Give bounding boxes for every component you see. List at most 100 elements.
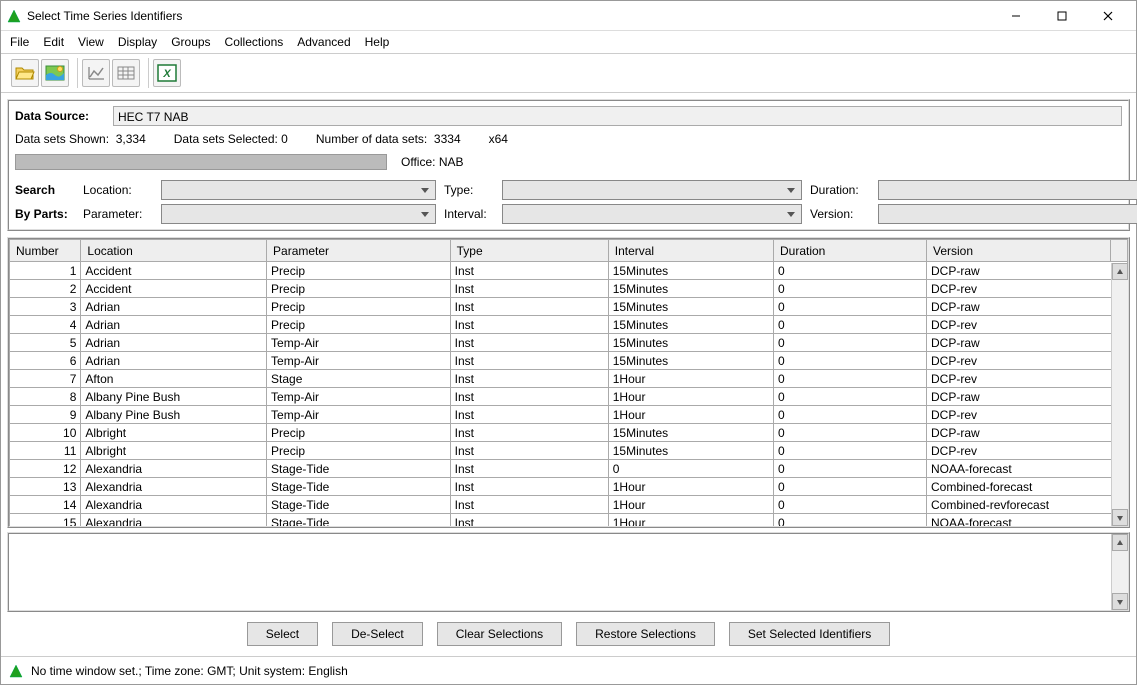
cell-interval: 1Hour	[608, 388, 773, 406]
cell-parameter: Temp-Air	[267, 406, 451, 424]
cell-version: DCP-rev	[927, 442, 1128, 460]
open-folder-button[interactable]	[11, 59, 39, 87]
version-combo[interactable]	[878, 204, 1137, 224]
cell-parameter: Precip	[267, 262, 451, 280]
duration-combo[interactable]	[878, 180, 1137, 200]
cell-number: 14	[10, 496, 81, 514]
cell-location: Alexandria	[81, 496, 267, 514]
menu-help[interactable]: Help	[360, 33, 395, 51]
col-location[interactable]: Location	[81, 240, 267, 262]
table-row[interactable]: 4AdrianPrecipInst15Minutes0DCP-rev	[10, 316, 1128, 334]
table-row[interactable]: 13AlexandriaStage-TideInst1Hour0Combined…	[10, 478, 1128, 496]
cell-interval: 15Minutes	[608, 334, 773, 352]
parameter-combo[interactable]	[161, 204, 436, 224]
clear-selections-button[interactable]: Clear Selections	[437, 622, 562, 646]
cell-interval: 15Minutes	[608, 424, 773, 442]
map-button[interactable]	[41, 59, 69, 87]
cell-duration: 0	[774, 316, 927, 334]
cell-interval: 1Hour	[608, 478, 773, 496]
selection-scrollbar[interactable]	[1111, 534, 1128, 610]
cell-version: Combined-forecast	[927, 478, 1128, 496]
location-combo[interactable]	[161, 180, 436, 200]
menu-collections[interactable]: Collections	[220, 33, 289, 51]
cell-type: Inst	[450, 424, 608, 442]
cell-version: DCP-rev	[927, 316, 1128, 334]
cell-duration: 0	[774, 388, 927, 406]
cell-interval: 15Minutes	[608, 280, 773, 298]
scroll-down-icon[interactable]	[1112, 509, 1128, 526]
cell-duration: 0	[774, 280, 927, 298]
menu-advanced[interactable]: Advanced	[292, 33, 355, 51]
deselect-button[interactable]: De-Select	[332, 622, 423, 646]
scroll-up-icon[interactable]	[1112, 534, 1128, 551]
scroll-down-icon[interactable]	[1112, 593, 1128, 610]
menu-display[interactable]: Display	[113, 33, 162, 51]
restore-selections-button[interactable]: Restore Selections	[576, 622, 715, 646]
toolbar: X	[1, 53, 1136, 93]
cell-parameter: Stage-Tide	[267, 496, 451, 514]
status-icon	[9, 664, 23, 678]
table-row[interactable]: 2AccidentPrecipInst15Minutes0DCP-rev	[10, 280, 1128, 298]
table-row[interactable]: 6AdrianTemp-AirInst15Minutes0DCP-rev	[10, 352, 1128, 370]
maximize-button[interactable]	[1048, 6, 1076, 26]
selected-value: 0	[281, 132, 288, 146]
cell-duration: 0	[774, 262, 927, 280]
col-parameter[interactable]: Parameter	[267, 240, 451, 262]
cell-type: Inst	[450, 496, 608, 514]
select-button[interactable]: Select	[247, 622, 318, 646]
cell-interval: 1Hour	[608, 496, 773, 514]
cell-number: 3	[10, 298, 81, 316]
cell-parameter: Temp-Air	[267, 388, 451, 406]
col-number[interactable]: Number	[10, 240, 81, 262]
table-row[interactable]: 3AdrianPrecipInst15Minutes0DCP-raw	[10, 298, 1128, 316]
table-row[interactable]: 10AlbrightPrecipInst15Minutes0DCP-raw	[10, 424, 1128, 442]
datasource-field[interactable]: HEC T7 NAB	[113, 106, 1122, 126]
stats-row: Data sets Shown: 3,334 Data sets Selecte…	[15, 130, 1122, 150]
col-version[interactable]: Version	[927, 240, 1111, 262]
col-duration[interactable]: Duration	[774, 240, 927, 262]
col-interval[interactable]: Interval	[608, 240, 773, 262]
table-row[interactable]: 14AlexandriaStage-TideInst1Hour0Combined…	[10, 496, 1128, 514]
progress-bar	[15, 154, 387, 170]
interval-combo[interactable]	[502, 204, 802, 224]
table-scrollbar[interactable]	[1111, 263, 1128, 526]
cell-duration: 0	[774, 334, 927, 352]
cell-type: Inst	[450, 370, 608, 388]
cell-type: Inst	[450, 514, 608, 527]
number-value: 3334	[434, 132, 461, 146]
cell-location: Alexandria	[81, 460, 267, 478]
col-type[interactable]: Type	[450, 240, 608, 262]
excel-button[interactable]: X	[153, 59, 181, 87]
data-table[interactable]: Number Location Parameter Type Interval …	[9, 239, 1128, 526]
cell-version: DCP-rev	[927, 280, 1128, 298]
table-row[interactable]: 5AdrianTemp-AirInst15Minutes0DCP-raw	[10, 334, 1128, 352]
scroll-up-icon[interactable]	[1112, 263, 1128, 280]
table-row[interactable]: 1AccidentPrecipInst15Minutes0DCP-raw	[10, 262, 1128, 280]
cell-parameter: Stage-Tide	[267, 478, 451, 496]
set-selected-identifiers-button[interactable]: Set Selected Identifiers	[729, 622, 890, 646]
cell-interval: 1Hour	[608, 514, 773, 527]
cell-duration: 0	[774, 442, 927, 460]
chart-button[interactable]	[82, 59, 110, 87]
menu-view[interactable]: View	[73, 33, 109, 51]
menu-file[interactable]: File	[5, 33, 34, 51]
version-label: Version:	[810, 207, 870, 221]
close-button[interactable]	[1094, 6, 1122, 26]
minimize-button[interactable]	[1002, 6, 1030, 26]
table-row[interactable]: 15AlexandriaStage-TideInst1Hour0NOAA-for…	[10, 514, 1128, 527]
cell-duration: 0	[774, 298, 927, 316]
table-row[interactable]: 12AlexandriaStage-TideInst00NOAA-forecas…	[10, 460, 1128, 478]
cell-number: 15	[10, 514, 81, 527]
arch-label: x64	[489, 132, 508, 146]
menu-edit[interactable]: Edit	[38, 33, 69, 51]
type-combo[interactable]	[502, 180, 802, 200]
cell-version: DCP-raw	[927, 334, 1128, 352]
table-button[interactable]	[112, 59, 140, 87]
table-row[interactable]: 9Albany Pine BushTemp-AirInst1Hour0DCP-r…	[10, 406, 1128, 424]
table-row[interactable]: 8Albany Pine BushTemp-AirInst1Hour0DCP-r…	[10, 388, 1128, 406]
menu-groups[interactable]: Groups	[166, 33, 215, 51]
cell-parameter: Precip	[267, 316, 451, 334]
cell-parameter: Precip	[267, 424, 451, 442]
table-row[interactable]: 11AlbrightPrecipInst15Minutes0DCP-rev	[10, 442, 1128, 460]
table-row[interactable]: 7AftonStageInst1Hour0DCP-rev	[10, 370, 1128, 388]
